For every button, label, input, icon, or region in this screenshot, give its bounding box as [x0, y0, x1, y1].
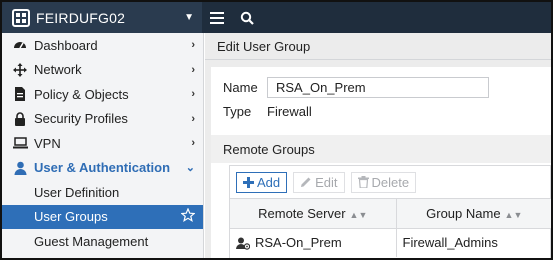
pencil-icon: [300, 176, 312, 188]
network-move-icon: [12, 62, 28, 78]
remote-groups-toolbar: Add Edit Delete: [230, 166, 550, 198]
window-frame: FEIRDUFG02 ▼ Dashboard › Network › Polic…: [0, 0, 553, 260]
top-bar: FEIRDUFG02 ▼: [2, 2, 551, 33]
edit-button[interactable]: Edit: [293, 171, 345, 193]
column-header-label: Group Name: [426, 206, 501, 221]
lock-icon: [12, 111, 28, 127]
sort-icon: ▲▼: [349, 210, 368, 220]
type-value: Firewall: [267, 103, 312, 119]
delete-button[interactable]: Delete: [350, 171, 417, 193]
sidebar-item-vpn[interactable]: VPN ›: [2, 131, 203, 156]
column-header-remote-server[interactable]: Remote Server ▲▼: [230, 198, 396, 229]
sidebar-subitem-user-definition[interactable]: User Definition: [2, 180, 203, 205]
chevron-right-icon: ›: [191, 112, 195, 125]
main-content: Edit User Group Name Type Firewall Remot…: [205, 33, 551, 258]
device-name: FEIRDUFG02: [36, 9, 126, 26]
sidebar: Dashboard › Network › Policy & Objects ›…: [2, 33, 204, 258]
sidebar-subitem-label: Guest Management: [34, 233, 149, 249]
remote-groups-heading: Remote Groups: [211, 135, 551, 163]
trash-icon: [357, 176, 369, 188]
add-button[interactable]: Add: [236, 171, 288, 193]
sidebar-subitem-guest-management[interactable]: Guest Management: [2, 229, 203, 254]
server-user-icon: [236, 237, 250, 250]
caret-down-icon: ▼: [184, 12, 194, 23]
sidebar-subitem-label: User Groups: [34, 209, 108, 225]
sidebar-subitem-user-groups[interactable]: User Groups: [2, 204, 203, 229]
hamburger-menu-icon[interactable]: [202, 2, 232, 33]
chevron-right-icon: ›: [191, 63, 195, 76]
add-button-label: Add: [257, 174, 281, 190]
chevron-down-icon: ⌄: [185, 162, 195, 175]
star-favorite-icon[interactable]: [180, 207, 196, 225]
column-header-group-name[interactable]: Group Name ▲▼: [395, 198, 551, 229]
column-header-label: Remote Server: [258, 206, 346, 221]
sidebar-item-label: Network: [34, 62, 82, 78]
sidebar-item-label: Dashboard: [34, 37, 98, 53]
laptop-icon: [12, 135, 28, 151]
sidebar-item-label: Policy & Objects: [34, 86, 129, 102]
edit-form-card: Name Type Firewall Remote Groups Add: [211, 67, 551, 258]
chevron-right-icon: ›: [191, 88, 195, 101]
chevron-right-icon: ›: [191, 39, 195, 52]
remote-groups-panel: Add Edit Delete Remote Server ▲▼ Group N…: [229, 165, 551, 258]
search-icon[interactable]: [232, 2, 262, 33]
sidebar-item-network[interactable]: Network ›: [2, 58, 203, 83]
type-label: Type: [223, 103, 252, 119]
table-row[interactable]: RSA-On_Prem Firewall_Admins: [230, 228, 551, 257]
sidebar-item-dashboard[interactable]: Dashboard ›: [2, 33, 203, 58]
user-icon: [12, 160, 28, 176]
dashboard-icon: [12, 37, 28, 53]
sidebar-item-label: Security Profiles: [34, 111, 128, 127]
cell-group-name: Firewall_Admins: [395, 228, 551, 257]
chevron-right-icon: ›: [191, 137, 195, 150]
name-row: Name: [211, 75, 551, 99]
policy-icon: [12, 86, 28, 102]
type-row: Type Firewall: [211, 99, 551, 123]
device-logo-icon: [12, 8, 30, 27]
plus-icon: [243, 176, 254, 188]
cell-remote-server: RSA-On_Prem: [230, 229, 396, 257]
edit-button-label: Edit: [315, 174, 338, 190]
remote-groups-table: Remote Server ▲▼ Group Name ▲▼ RSA-On_Pr…: [230, 198, 551, 257]
sidebar-item-label: VPN: [34, 135, 61, 151]
device-selector[interactable]: FEIRDUFG02 ▼: [2, 2, 202, 33]
name-input[interactable]: [267, 76, 489, 98]
sidebar-item-security-profiles[interactable]: Security Profiles ›: [2, 107, 203, 132]
sidebar-subitem-label: User Definition: [34, 184, 120, 200]
sidebar-item-label: User & Authentication: [34, 160, 171, 176]
delete-button-label: Delete: [371, 174, 410, 190]
sidebar-item-policy-objects[interactable]: Policy & Objects ›: [2, 82, 203, 107]
remote-server-value: RSA-On_Prem: [255, 235, 342, 251]
name-label: Name: [223, 79, 258, 95]
sort-icon: ▲▼: [504, 210, 523, 220]
page-title: Edit User Group: [205, 33, 551, 60]
sidebar-item-user-authentication[interactable]: User & Authentication ⌄: [2, 156, 203, 181]
